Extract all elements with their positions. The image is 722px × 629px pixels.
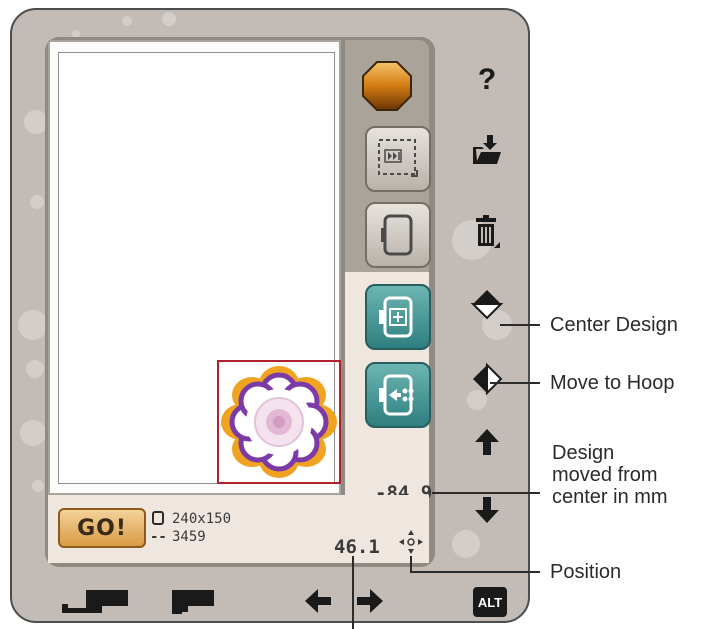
- center-design-button[interactable]: [365, 284, 431, 350]
- decor-bubble: [162, 12, 176, 26]
- callout-design-moved-1: Design: [552, 442, 615, 464]
- flower-design: [221, 366, 337, 478]
- help-label: ?: [477, 63, 497, 96]
- presser-foot-up-icon[interactable]: [160, 584, 220, 618]
- callout-line-center: [500, 324, 540, 326]
- decor-bubble: [18, 310, 48, 340]
- mirror-vertical-icon[interactable]: [465, 357, 509, 401]
- alt-label: ALT: [477, 594, 503, 610]
- mirror-horizontal-icon[interactable]: [465, 282, 509, 326]
- alt-button[interactable]: ALT: [473, 587, 507, 617]
- callout-move-to-hoop: Move to Hoop: [550, 372, 675, 394]
- callout-line-move: [490, 382, 540, 384]
- design-bounding-box[interactable]: [217, 360, 341, 484]
- move-position-icon[interactable]: [397, 528, 425, 556]
- status-octagon-icon[interactable]: [361, 60, 413, 112]
- callout-design-moved-2: moved from: [552, 464, 658, 486]
- go-button-label: GO!: [77, 515, 127, 541]
- callout-center-design: Center Design: [550, 314, 678, 336]
- stitch-out-icon: [378, 139, 418, 177]
- arrow-left-icon[interactable]: [300, 584, 336, 618]
- callout-line-position-h: [410, 571, 540, 573]
- open-folder-icon[interactable]: [465, 128, 509, 172]
- callout-line-x-offset: [352, 556, 354, 629]
- help-icon[interactable]: ?: [465, 58, 509, 102]
- move-to-hoop-button[interactable]: [365, 362, 431, 428]
- hoop-size-icon: [152, 511, 164, 525]
- arrow-down-icon[interactable]: [465, 492, 509, 528]
- hoop-size-value: 240x150: [172, 511, 232, 527]
- hoop-selection-button[interactable]: [365, 202, 431, 268]
- stitch-count-value: 3459: [172, 529, 206, 545]
- stitch-out-button[interactable]: [365, 126, 431, 192]
- x-offset-value: 46.1: [334, 536, 380, 558]
- decor-bubble: [452, 530, 480, 558]
- callout-position: Position: [550, 561, 622, 583]
- arrow-right-icon[interactable]: [352, 584, 388, 618]
- trash-icon[interactable]: [465, 210, 509, 254]
- stitch-count-icon: --: [150, 529, 167, 545]
- presser-foot-down-icon[interactable]: [58, 584, 132, 618]
- center-design-icon: [379, 296, 413, 338]
- callout-line-position-v: [410, 556, 412, 572]
- decor-bubble: [20, 420, 46, 446]
- callout-design-moved-3: center in mm: [552, 486, 668, 508]
- callout-line-design-moved: [432, 492, 540, 494]
- hoop-icon: [381, 214, 413, 256]
- decor-bubble: [122, 16, 132, 26]
- move-to-hoop-icon: [379, 374, 414, 416]
- arrow-up-icon[interactable]: [465, 424, 509, 460]
- decor-bubble: [32, 480, 44, 492]
- tool-column: -84.9: [345, 40, 432, 530]
- go-button[interactable]: GO!: [58, 508, 146, 548]
- decor-bubble: [26, 360, 44, 378]
- decor-bubble: [30, 195, 44, 209]
